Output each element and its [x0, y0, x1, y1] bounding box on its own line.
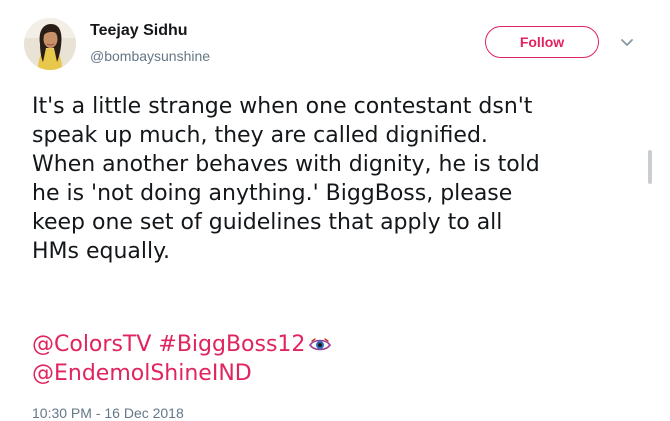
tweet-timestamp[interactable]: 10:30 PM - 16 Dec 2018	[32, 405, 184, 421]
tweet-links-line: @EndemolShineIND	[32, 359, 646, 388]
chevron-down-icon[interactable]	[620, 38, 634, 48]
tweet-text-line: he is 'not doing anything.' BiggBoss, pl…	[32, 181, 513, 206]
tweet-text-line: When another behaves with dignity, he is…	[32, 152, 540, 177]
tweet-text-line: HMs equally.	[32, 239, 171, 264]
mention-colorstv-link[interactable]: @ColorsTV	[32, 332, 151, 357]
user-handle[interactable]: @bombaysunshine	[90, 48, 210, 64]
tweet-text-line: keep one set of guidelines that apply to…	[32, 210, 503, 235]
tweet-text: It's a little strange when one contestan…	[32, 92, 646, 266]
scrollbar-thumb[interactable]	[648, 150, 652, 184]
follow-button[interactable]: Follow	[485, 26, 599, 58]
tweet-text-line: speak up much, they are called dignified…	[32, 123, 488, 148]
avatar[interactable]	[24, 18, 76, 70]
mention-endemolshineind-link[interactable]: @EndemolShineIND	[32, 361, 252, 386]
tweet-card: Teejay Sidhu @bombaysunshine Follow It's…	[0, 0, 670, 421]
tweet-links: @ColorsTV #BiggBoss12 @EndemolShineIND	[32, 330, 646, 388]
display-name[interactable]: Teejay Sidhu	[90, 22, 188, 40]
eye-emoji-icon	[309, 338, 332, 351]
profile-photo-avatar	[24, 18, 76, 70]
tweet-links-line: @ColorsTV #BiggBoss12	[32, 330, 646, 359]
hashtag-biggboss12-link[interactable]: #BiggBoss12	[158, 332, 305, 357]
tweet-header: Teejay Sidhu @bombaysunshine Follow	[24, 12, 644, 72]
tweet-text-line: It's a little strange when one contestan…	[32, 94, 533, 119]
